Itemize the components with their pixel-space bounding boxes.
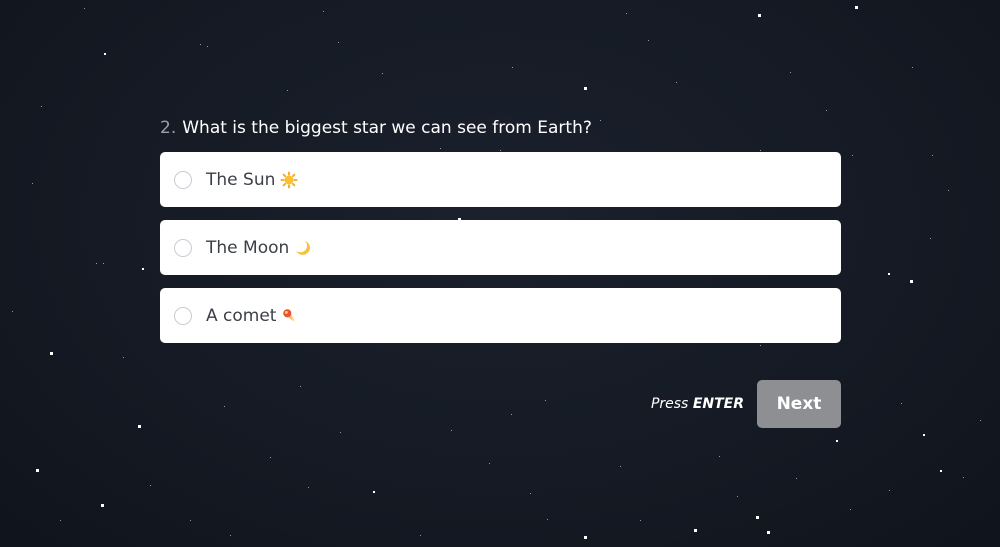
crescent-moon-emoji-icon	[296, 240, 311, 255]
option-label: A comet	[206, 305, 277, 326]
comet-emoji-icon	[283, 308, 296, 322]
quiz-footer: Press ENTER Next	[160, 380, 841, 428]
radio-button[interactable]	[174, 238, 192, 257]
option-label: The Moon	[206, 237, 290, 258]
answer-option-the-sun[interactable]: The Sun	[160, 152, 841, 207]
question-number: 2.	[160, 118, 177, 138]
quiz-question-block: 2. What is the biggest star we can see f…	[160, 115, 841, 356]
radio-button[interactable]	[174, 170, 192, 189]
next-button[interactable]: Next	[757, 380, 841, 428]
question-heading: 2. What is the biggest star we can see f…	[160, 115, 841, 141]
sun-emoji-icon	[280, 170, 298, 189]
keyboard-hint: Press ENTER	[650, 396, 744, 412]
radio-button[interactable]	[174, 306, 192, 325]
question-text: What is the biggest star we can see from…	[182, 118, 592, 138]
answer-option-the-moon[interactable]: The Moon	[160, 220, 841, 275]
option-label: The Sun	[206, 169, 276, 190]
enter-key-label: ENTER	[692, 396, 744, 412]
answer-option-a-comet[interactable]: A comet	[160, 288, 841, 343]
